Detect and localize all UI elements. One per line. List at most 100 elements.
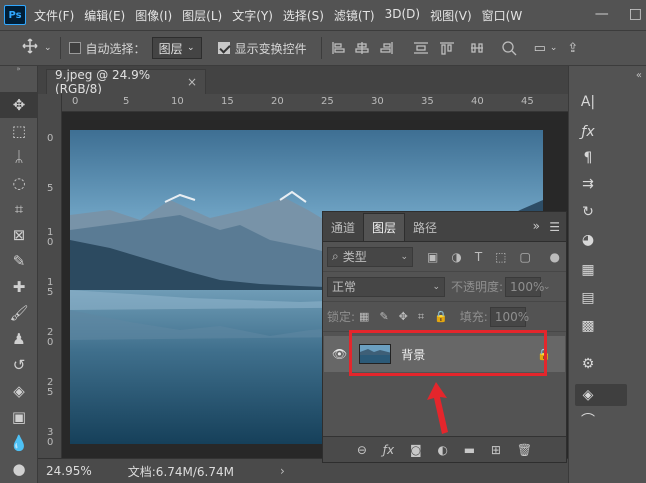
dodge-tool-icon[interactable]: ●: [0, 456, 38, 482]
document-tab[interactable]: 9.jpeg @ 24.9%(RGB/8) ×: [46, 68, 206, 96]
type-filter-icon[interactable]: T: [475, 250, 482, 264]
ruler-label: 1 5: [47, 277, 54, 298]
collapse-icon[interactable]: «: [636, 70, 642, 81]
frame-icon[interactable]: ▭: [534, 41, 546, 56]
brush-tool-icon[interactable]: 🖌: [0, 300, 38, 326]
lasso-tool-icon[interactable]: ᛦ: [0, 144, 38, 170]
fx-icon[interactable]: ƒx: [383, 443, 394, 457]
auto-select-dropdown[interactable]: 图层 ⌄: [151, 37, 202, 59]
move-tool-icon[interactable]: ✥: [0, 92, 38, 118]
patterns-icon[interactable]: ▩: [578, 316, 598, 336]
fill-input[interactable]: 100%: [489, 306, 529, 327]
show-transform-checkbox[interactable]: [217, 42, 230, 54]
healing-brush-tool-icon[interactable]: ✚: [0, 274, 38, 300]
menu-3d[interactable]: 3D(D): [385, 7, 420, 24]
menu-view[interactable]: 视图(V): [430, 7, 472, 24]
zoom-level[interactable]: 24.95%: [46, 464, 92, 478]
auto-select-checkbox[interactable]: [68, 42, 81, 54]
lock-image-icon[interactable]: ✎: [379, 310, 388, 324]
minimize-button[interactable]: —: [595, 6, 609, 22]
horizontal-ruler[interactable]: 0 5 10 15 20 25 30 35 40 45: [62, 94, 568, 112]
menu-layer[interactable]: 图层(L): [182, 7, 222, 24]
vertical-ruler[interactable]: 0 5 1 0 1 5 2 0 2 5 3 0: [38, 94, 62, 458]
collapse-icon[interactable]: »: [0, 66, 37, 73]
align-icons[interactable]: [330, 40, 460, 56]
ruler-label: 3 0: [47, 427, 54, 448]
menu-type[interactable]: 文字(Y): [232, 7, 273, 24]
folder-icon[interactable]: ▬: [464, 443, 475, 457]
show-transform-option[interactable]: 显示变换控件: [217, 40, 307, 57]
link-icon[interactable]: ⊖: [357, 443, 367, 457]
blur-tool-icon[interactable]: 💧: [0, 430, 38, 456]
gradients-icon[interactable]: ▤: [578, 288, 598, 308]
swatches-icon[interactable]: ▦: [578, 260, 598, 280]
channels-icon[interactable]: ⚙: [578, 354, 598, 374]
auto-select-option[interactable]: 自动选择：: [68, 40, 146, 57]
properties-icon[interactable]: ⇉: [578, 174, 598, 194]
adjustment-icon[interactable]: ◐: [437, 443, 447, 457]
new-layer-icon[interactable]: ⊞: [491, 443, 501, 457]
menu-file[interactable]: 文件(F): [34, 7, 74, 24]
trash-icon[interactable]: 🗑: [517, 443, 532, 457]
chevron-down-icon[interactable]: ⌄: [543, 282, 551, 292]
adjustment-filter-icon[interactable]: ◑: [451, 250, 461, 264]
menu-edit[interactable]: 编辑(E): [84, 7, 125, 24]
menu-select[interactable]: 选择(S): [283, 7, 324, 24]
crop-tool-icon[interactable]: ⌗: [0, 196, 38, 222]
shape-filter-icon[interactable]: ⬚: [495, 250, 506, 264]
marquee-tool-icon[interactable]: ⬚: [0, 118, 38, 144]
eyedropper-tool-icon[interactable]: ✎: [0, 248, 38, 274]
lock-transparent-icon[interactable]: ▦: [359, 310, 369, 324]
move-tool-icon[interactable]: [22, 38, 38, 58]
color-icon[interactable]: ◕: [578, 230, 598, 250]
layer-filter-dropdown[interactable]: ⌕ 类型 ⌄: [327, 246, 413, 267]
maximize-button[interactable]: □: [629, 6, 642, 22]
eraser-tool-icon[interactable]: ◈: [0, 378, 38, 404]
menu-image[interactable]: 图像(I): [135, 7, 172, 24]
distribute-icons[interactable]: [470, 40, 530, 56]
ruler-label: 0: [72, 96, 79, 107]
quick-select-tool-icon[interactable]: ◌: [0, 170, 38, 196]
blend-row: 正常 ⌄ 不透明度: 100% ⌄: [323, 272, 566, 302]
layer-filter-icons[interactable]: ▣ ◑ T ⬚ ▢: [427, 250, 531, 264]
lock-position-icon[interactable]: ✥: [399, 310, 408, 324]
eye-icon[interactable]: 👁: [332, 347, 347, 361]
blend-mode-dropdown[interactable]: 正常 ⌄: [327, 276, 445, 297]
chevron-down-icon[interactable]: ⌄: [44, 43, 52, 53]
pixel-filter-icon[interactable]: ▣: [427, 250, 438, 264]
panel-collapse-icon[interactable]: »: [533, 219, 540, 233]
share-icon[interactable]: ⇪: [567, 41, 578, 56]
filter-toggle-icon[interactable]: ●: [550, 250, 560, 264]
menu-window[interactable]: 窗口(W: [482, 7, 523, 24]
opacity-input[interactable]: 100%: [505, 276, 544, 297]
panel-menu-icon[interactable]: ☰: [549, 220, 560, 234]
close-icon[interactable]: ×: [187, 75, 197, 89]
options-bar: ⌄ 自动选择： 图层 ⌄ 显示变换控件 ▭ ⌄ ⇪: [0, 30, 646, 66]
menu-bar: Ps 文件(F) 编辑(E) 图像(I) 图层(L) 文字(Y) 选择(S) 滤…: [0, 0, 646, 30]
chevron-down-icon[interactable]: ⌄: [550, 43, 558, 53]
lock-artboard-icon[interactable]: ⌗: [418, 310, 424, 324]
smart-object-filter-icon[interactable]: ▢: [520, 250, 531, 264]
history-brush-tool-icon[interactable]: ↺: [0, 352, 38, 378]
frame-tool-icon[interactable]: ⊠: [0, 222, 38, 248]
status-arrow-icon[interactable]: ›: [280, 464, 285, 478]
character-icon[interactable]: A|: [578, 92, 598, 112]
lock-icons[interactable]: ▦ ✎ ✥ ⌗ 🔒: [359, 310, 448, 324]
tab-paths[interactable]: 路径: [405, 213, 445, 241]
history-icon[interactable]: ↻: [578, 202, 598, 222]
paths-icon[interactable]: ⌒: [578, 410, 598, 430]
menu-filter[interactable]: 滤镜(T): [334, 7, 375, 24]
mask-icon[interactable]: ◙: [410, 443, 422, 457]
paragraph-icon[interactable]: ¶: [578, 148, 598, 168]
photoshop-logo: Ps: [4, 5, 26, 25]
gradient-tool-icon[interactable]: ▣: [0, 404, 38, 430]
fill-label: 填充:: [459, 310, 488, 324]
lock-all-icon[interactable]: 🔒: [434, 310, 448, 324]
styles-fx-icon[interactable]: ƒx: [578, 122, 598, 142]
clone-stamp-tool-icon[interactable]: ♟: [0, 326, 38, 352]
layers-icon[interactable]: ◈: [578, 385, 598, 405]
tab-channels[interactable]: 通道: [323, 213, 363, 241]
search-icon: ⌕: [332, 249, 339, 263]
tools-panel: » ✥ ⬚ ᛦ ◌ ⌗ ⊠ ✎ ✚ 🖌 ♟ ↺ ◈ ▣ 💧 ●: [0, 66, 38, 483]
tab-layers[interactable]: 图层: [363, 213, 406, 241]
